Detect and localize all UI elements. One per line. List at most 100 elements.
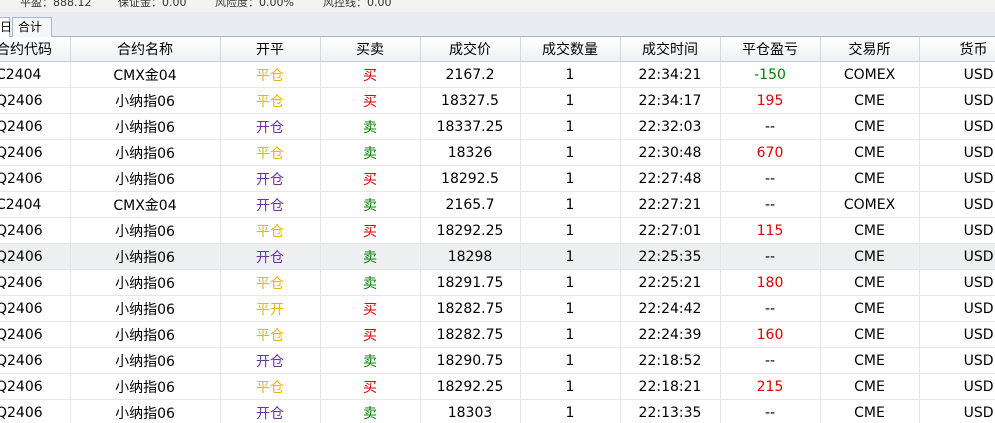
cell-side: 卖 bbox=[320, 113, 421, 140]
cell-time: 22:18:21 bbox=[620, 373, 721, 400]
cell-side: 买 bbox=[320, 321, 421, 348]
cell-price: 18282.75 bbox=[420, 295, 521, 322]
cell-time: 22:25:21 bbox=[620, 269, 721, 296]
cell-offset: 平仓 bbox=[220, 269, 321, 296]
cell-currency: USD bbox=[919, 87, 995, 114]
cell-price: 18337.25 bbox=[420, 113, 521, 140]
cell-offset: 平仓 bbox=[220, 321, 321, 348]
cell-time: 22:27:21 bbox=[620, 191, 721, 218]
table-row[interactable]: Q2406 小纳指06 平仓买 18327.5 1 22:34:17 195 CME USD bbox=[0, 87, 995, 114]
cell-currency: USD bbox=[919, 113, 995, 140]
cell-offset: 平仓 bbox=[220, 87, 321, 114]
cell-price: 18298 bbox=[420, 243, 521, 270]
column-header-price[interactable]: 成交价 bbox=[420, 37, 521, 62]
table-row[interactable]: C2404 CMX金04 平仓买 2167.2 1 22:34:21 -150 COMEX US… bbox=[0, 61, 995, 88]
cell-price: 18292.25 bbox=[420, 217, 521, 244]
column-header-code[interactable]: 合约代码 bbox=[0, 37, 71, 62]
cell-code: Q2406 bbox=[0, 269, 71, 296]
cell-exchange: CME bbox=[820, 399, 920, 423]
cell-time: 22:18:52 bbox=[620, 347, 721, 374]
column-header-quantity[interactable]: 成交数量 bbox=[520, 37, 621, 62]
table-row[interactable]: Q2406 小纳指06 开仓卖 18337.25 1 22:32:03 -- CME USD bbox=[0, 113, 995, 140]
cell-quantity: 1 bbox=[520, 217, 621, 244]
cell-offset: 开仓 bbox=[220, 191, 321, 218]
cell-name: 小纳指06 bbox=[70, 217, 221, 244]
table-row[interactable]: Q2406 小纳指06 平仓卖 18291.75 1 22:25:21 180 CME USD bbox=[0, 269, 995, 296]
summary-item: 风险度：0.00% bbox=[215, 0, 294, 9]
table-row[interactable]: Q2406 小纳指06 平仓买 18292.25 1 22:27:01 115 CME USD bbox=[0, 217, 995, 244]
table-row[interactable]: Q2406 小纳指06 开仓卖 18290.75 1 22:18:52 -- CME USD bbox=[0, 347, 995, 374]
table-row[interactable]: Q2406 小纳指06 开仓卖 18298 1 22:25:35 -- CME USD bbox=[0, 243, 995, 270]
cell-exchange: COMEX bbox=[820, 61, 920, 88]
cell-code: Q2406 bbox=[0, 165, 71, 192]
table-row[interactable]: C2404 CMX金04 开仓卖 2165.7 1 22:27:21 -- COMEX USD bbox=[0, 191, 995, 218]
cell-pnl: 215 bbox=[720, 373, 821, 400]
cell-time: 22:30:48 bbox=[620, 139, 721, 166]
cell-code: Q2406 bbox=[0, 321, 71, 348]
cell-name: 小纳指06 bbox=[70, 87, 221, 114]
cell-price: 18290.75 bbox=[420, 347, 521, 374]
cell-exchange: CME bbox=[820, 321, 920, 348]
cell-side: 卖 bbox=[320, 399, 421, 423]
cell-quantity: 1 bbox=[520, 165, 621, 192]
column-header-time[interactable]: 成交时间 bbox=[620, 37, 721, 62]
cell-currency: USD bbox=[919, 373, 995, 400]
table-row[interactable]: Q2406 小纳指06 平开买 18282.75 1 22:24:42 -- CME USD bbox=[0, 295, 995, 322]
column-header-exchange[interactable]: 交易所 bbox=[820, 37, 920, 62]
cell-side: 买 bbox=[320, 165, 421, 192]
cell-pnl: 115 bbox=[720, 217, 821, 244]
cell-offset: 平仓 bbox=[220, 217, 321, 244]
cell-currency: USD bbox=[919, 139, 995, 166]
cell-offset: 开仓 bbox=[220, 113, 321, 140]
cell-name: 小纳指06 bbox=[70, 113, 221, 140]
column-header-pnl[interactable]: 平仓盈亏 bbox=[720, 37, 821, 62]
cell-price: 18303 bbox=[420, 399, 521, 423]
cell-side: 买 bbox=[320, 87, 421, 114]
cell-name: 小纳指06 bbox=[70, 347, 221, 374]
cell-code: C2404 bbox=[0, 61, 71, 88]
cell-offset: 平开 bbox=[220, 295, 321, 322]
table-row[interactable]: Q2406 小纳指06 平仓买 18292.25 1 22:18:21 215 CME USD bbox=[0, 373, 995, 400]
table-header-row: 合约代码 合约名称 开平 买卖 成交价 成交数量 成交时间 平仓盈亏 交易所 货… bbox=[0, 37, 995, 62]
cell-quantity: 1 bbox=[520, 269, 621, 296]
cell-currency: USD bbox=[919, 269, 995, 296]
cell-price: 18282.75 bbox=[420, 321, 521, 348]
cell-name: 小纳指06 bbox=[70, 139, 221, 166]
cell-currency: USD bbox=[919, 399, 995, 423]
cell-name: 小纳指06 bbox=[70, 269, 221, 296]
cell-pnl: 195 bbox=[720, 87, 821, 114]
cell-pnl: -- bbox=[720, 295, 821, 322]
cell-pnl: 670 bbox=[720, 139, 821, 166]
cell-exchange: CME bbox=[820, 87, 920, 114]
cell-pnl: -- bbox=[720, 347, 821, 374]
column-header-name[interactable]: 合约名称 bbox=[70, 37, 221, 62]
column-header-offset[interactable]: 开平 bbox=[220, 37, 321, 62]
cell-time: 22:34:21 bbox=[620, 61, 721, 88]
cell-price: 18327.5 bbox=[420, 87, 521, 114]
cell-name: 小纳指06 bbox=[70, 321, 221, 348]
cell-side: 卖 bbox=[320, 139, 421, 166]
column-header-currency[interactable]: 货币 bbox=[919, 37, 995, 62]
trade-record-panel: 平盈：888.12 保证金：0.00 风险度：0.00% 风控线：0.00 日 … bbox=[0, 0, 995, 423]
summary-item: 平盈：888.12 bbox=[20, 0, 92, 9]
cell-quantity: 1 bbox=[520, 113, 621, 140]
tab-total[interactable]: 合计 bbox=[12, 17, 52, 37]
cell-price: 2167.2 bbox=[420, 61, 521, 88]
table-row[interactable]: Q2406 小纳指06 平仓买 18282.75 1 22:24:39 160 CME USD bbox=[0, 321, 995, 348]
tab-daily[interactable]: 日 bbox=[0, 17, 12, 37]
cell-pnl: -- bbox=[720, 191, 821, 218]
cell-time: 22:27:48 bbox=[620, 165, 721, 192]
cell-code: Q2406 bbox=[0, 399, 71, 423]
cell-name: 小纳指06 bbox=[70, 373, 221, 400]
cell-side: 卖 bbox=[320, 243, 421, 270]
table-row[interactable]: Q2406 小纳指06 开仓买 18292.5 1 22:27:48 -- CME USD bbox=[0, 165, 995, 192]
column-header-side[interactable]: 买卖 bbox=[320, 37, 421, 62]
cell-price: 18292.25 bbox=[420, 373, 521, 400]
cell-name: 小纳指06 bbox=[70, 399, 221, 423]
cell-code: Q2406 bbox=[0, 139, 71, 166]
cell-pnl: 180 bbox=[720, 269, 821, 296]
table-row[interactable]: Q2406 小纳指06 平仓卖 18326 1 22:30:48 670 CME USD bbox=[0, 139, 995, 166]
cell-offset: 平仓 bbox=[220, 373, 321, 400]
table-row[interactable]: Q2406 小纳指06 开仓卖 18303 1 22:13:35 -- CME USD bbox=[0, 399, 995, 423]
cell-side: 买 bbox=[320, 295, 421, 322]
